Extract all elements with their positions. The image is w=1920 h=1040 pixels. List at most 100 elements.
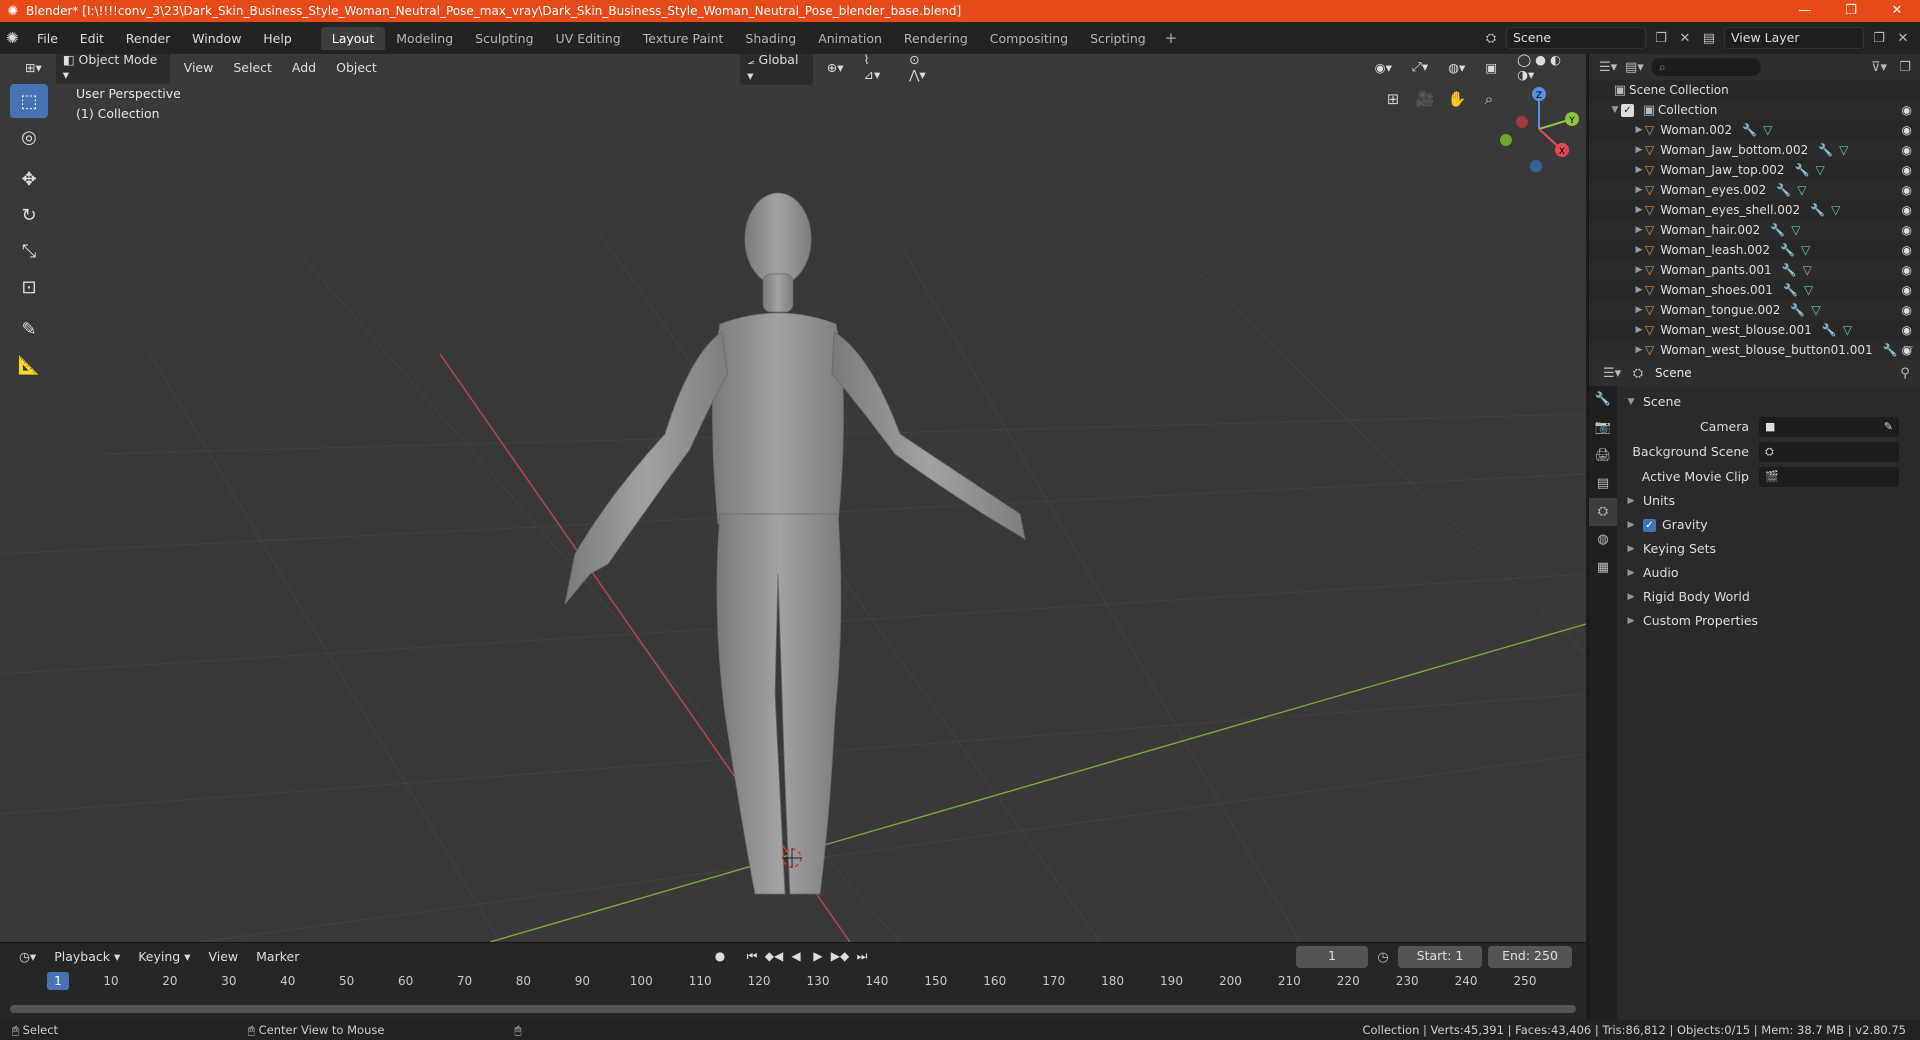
mesh-data-icon[interactable]: ▽ — [1797, 183, 1806, 197]
modifier-wrench-icon[interactable]: 🔧 — [1790, 303, 1805, 317]
outliner-object-row[interactable]: ▶ ▽ Woman_pants.001 🔧 ▽ ◉ — [1589, 260, 1920, 280]
scene-tab-icon[interactable]: ⛭ — [1589, 498, 1617, 526]
object-eye-icon[interactable]: ◉ — [1902, 143, 1912, 157]
xray-icon[interactable]: ▣ — [1478, 58, 1504, 77]
outliner-object-row[interactable]: ▶ ▽ Woman_eyes.002 🔧 ▽ ◉ — [1589, 180, 1920, 200]
tab-scripting[interactable]: Scripting — [1079, 27, 1157, 50]
collection-row[interactable]: ▼ ✓ ▣ Collection ◉ — [1589, 100, 1920, 120]
menu-window[interactable]: Window — [183, 31, 250, 46]
maximize-button[interactable]: ❐ — [1828, 0, 1874, 22]
outliner-object-row[interactable]: ▶ ▽ Woman_shoes.001 🔧 ▽ ◉ — [1589, 280, 1920, 300]
modifier-wrench-icon[interactable]: 🔧 — [1776, 183, 1791, 197]
current-frame-field[interactable]: 1 — [1296, 946, 1368, 968]
world-tab-icon[interactable]: ◍ — [1589, 526, 1617, 554]
scene-icon[interactable]: ⛭ — [1482, 31, 1500, 46]
modifier-wrench-icon[interactable]: 🔧 — [1780, 243, 1795, 257]
tab-compositing[interactable]: Compositing — [979, 27, 1079, 50]
object-expand-icon[interactable]: ▶ — [1633, 205, 1645, 215]
play-reverse-icon[interactable]: ◀ — [786, 946, 806, 966]
object-eye-icon[interactable]: ◉ — [1902, 123, 1912, 137]
add-workspace-icon[interactable]: + — [1157, 27, 1186, 49]
timeline-view-menu[interactable]: View — [201, 947, 245, 966]
scene-panel-header[interactable]: ▼ Scene — [1619, 390, 1919, 414]
mesh-data-icon[interactable]: ▽ — [1831, 203, 1840, 217]
audio-panel[interactable]: ▶ Audio — [1619, 561, 1919, 585]
object-eye-icon[interactable]: ◉ — [1902, 203, 1912, 217]
end-frame-field[interactable]: End: 250 — [1488, 946, 1572, 968]
object-eye-icon[interactable]: ◉ — [1902, 283, 1912, 297]
mesh-data-icon[interactable]: ▽ — [1791, 223, 1800, 237]
new-view-layer-icon[interactable]: ❐ — [1870, 31, 1888, 46]
display-mode-icon[interactable]: ▤▾ — [1625, 60, 1644, 75]
outliner-object-row[interactable]: ▶ ▽ Woman_Jaw_bottom.002 🔧 ▽ ◉ — [1589, 140, 1920, 160]
mesh-data-icon[interactable]: ▽ — [1801, 243, 1810, 257]
modifier-wrench-icon[interactable]: 🔧 — [1742, 123, 1757, 137]
object-eye-icon[interactable]: ◉ — [1902, 343, 1912, 357]
overlays-icon[interactable]: ◍▾ — [1441, 58, 1472, 77]
object-eye-icon[interactable]: ◉ — [1902, 223, 1912, 237]
select-menu[interactable]: Select — [226, 58, 279, 77]
3d-viewport[interactable]: ⊞▾ ◧ Object Mode ▾ View Select Add Objec… — [0, 54, 1586, 942]
object-eye-icon[interactable]: ◉ — [1902, 243, 1912, 257]
object-expand-icon[interactable]: ▶ — [1633, 145, 1645, 155]
object-expand-icon[interactable]: ▶ — [1633, 185, 1645, 195]
tab-rendering[interactable]: Rendering — [893, 27, 979, 50]
new-collection-icon[interactable]: ❐ — [1896, 60, 1914, 75]
object-expand-icon[interactable]: ▶ — [1633, 345, 1645, 355]
jump-start-icon[interactable]: ⏮ — [742, 946, 762, 966]
modifier-wrench-icon[interactable]: 🔧 — [1794, 163, 1809, 177]
outliner-object-row[interactable]: ▶ ▽ Woman_Jaw_top.002 🔧 ▽ ◉ — [1589, 160, 1920, 180]
eyedropper-icon[interactable]: ✎ — [1884, 417, 1893, 437]
modifier-wrench-icon[interactable]: 🔧 — [1883, 343, 1898, 357]
mesh-data-icon[interactable]: ▽ — [1839, 143, 1848, 157]
tool-tab-icon[interactable]: 🔧 — [1589, 386, 1617, 414]
modifier-wrench-icon[interactable]: 🔧 — [1770, 223, 1785, 237]
object-eye-icon[interactable]: ◉ — [1902, 323, 1912, 337]
scene-field[interactable]: Scene — [1506, 27, 1646, 49]
blender-menu-icon[interactable]: ✺ — [6, 29, 28, 47]
keying-menu[interactable]: Keying ▾ — [131, 947, 197, 966]
delete-scene-icon[interactable]: ✕ — [1676, 31, 1694, 46]
orientation-dropdown[interactable]: ⦟ Global ▾ — [739, 54, 814, 86]
snap-icon[interactable]: ⌇ ⊿▾ — [857, 54, 897, 84]
visibility-icon[interactable]: ◉▾ — [1368, 58, 1399, 77]
editor-type-icon[interactable]: ⊞▾ — [18, 58, 49, 77]
outliner-object-row[interactable]: ▶ ▽ Woman_west_blouse_button01.001 🔧 ▽ ◉ — [1589, 340, 1920, 360]
playback-menu[interactable]: Playback ▾ — [47, 947, 127, 966]
add-menu[interactable]: Add — [285, 58, 323, 77]
mode-dropdown[interactable]: ◧ Object Mode ▾ — [54, 54, 171, 85]
modifier-wrench-icon[interactable]: 🔧 — [1810, 203, 1825, 217]
outliner-search-input[interactable]: ⌕ — [1651, 58, 1761, 76]
tab-texture-paint[interactable]: Texture Paint — [632, 27, 735, 50]
move-tool-icon[interactable]: ✥ — [10, 162, 48, 196]
timeline-scrollbar[interactable] — [10, 1005, 1576, 1013]
rotate-tool-icon[interactable]: ↻ — [10, 198, 48, 232]
view-layer-tab-icon[interactable]: ▤ — [1589, 470, 1617, 498]
keying-sets-panel[interactable]: ▶ Keying Sets — [1619, 537, 1919, 561]
units-panel[interactable]: ▶ Units — [1619, 489, 1919, 513]
start-frame-field[interactable]: Start: 1 — [1398, 946, 1482, 968]
filter-icon[interactable]: ⊽▾ — [1870, 60, 1888, 75]
outliner-object-row[interactable]: ▶ ▽ Woman_hair.002 🔧 ▽ ◉ — [1589, 220, 1920, 240]
outliner-object-row[interactable]: ▶ ▽ Woman_eyes_shell.002 🔧 ▽ ◉ — [1589, 200, 1920, 220]
object-expand-icon[interactable]: ▶ — [1633, 225, 1645, 235]
pin-icon[interactable]: ⚲ — [1896, 366, 1914, 381]
close-button[interactable]: ✕ — [1874, 0, 1920, 22]
modifier-wrench-icon[interactable]: 🔧 — [1818, 143, 1833, 157]
marker-menu[interactable]: Marker — [249, 947, 306, 966]
active-clip-field[interactable]: 🎬 — [1759, 466, 1899, 487]
clock-icon[interactable]: ◷ — [1374, 950, 1392, 965]
view-menu[interactable]: View — [177, 58, 221, 77]
annotate-tool-icon[interactable]: ✎ — [10, 312, 48, 346]
tab-sculpting[interactable]: Sculpting — [464, 27, 544, 50]
tab-layout[interactable]: Layout — [320, 26, 386, 50]
prev-keyframe-icon[interactable]: ◆◀ — [764, 946, 784, 966]
shading-modes-icon[interactable]: ◯ ● ◐ ◑▾ — [1510, 54, 1586, 84]
transform-tool-icon[interactable]: ⊡ — [10, 270, 48, 304]
camera-field[interactable]: ■ ✎ — [1759, 416, 1899, 437]
object-eye-icon[interactable]: ◉ — [1902, 263, 1912, 277]
mesh-data-icon[interactable]: ▽ — [1763, 123, 1772, 137]
scene-collection-row[interactable]: ▣ Scene Collection — [1589, 80, 1920, 100]
object-expand-icon[interactable]: ▶ — [1633, 265, 1645, 275]
object-expand-icon[interactable]: ▶ — [1633, 325, 1645, 335]
